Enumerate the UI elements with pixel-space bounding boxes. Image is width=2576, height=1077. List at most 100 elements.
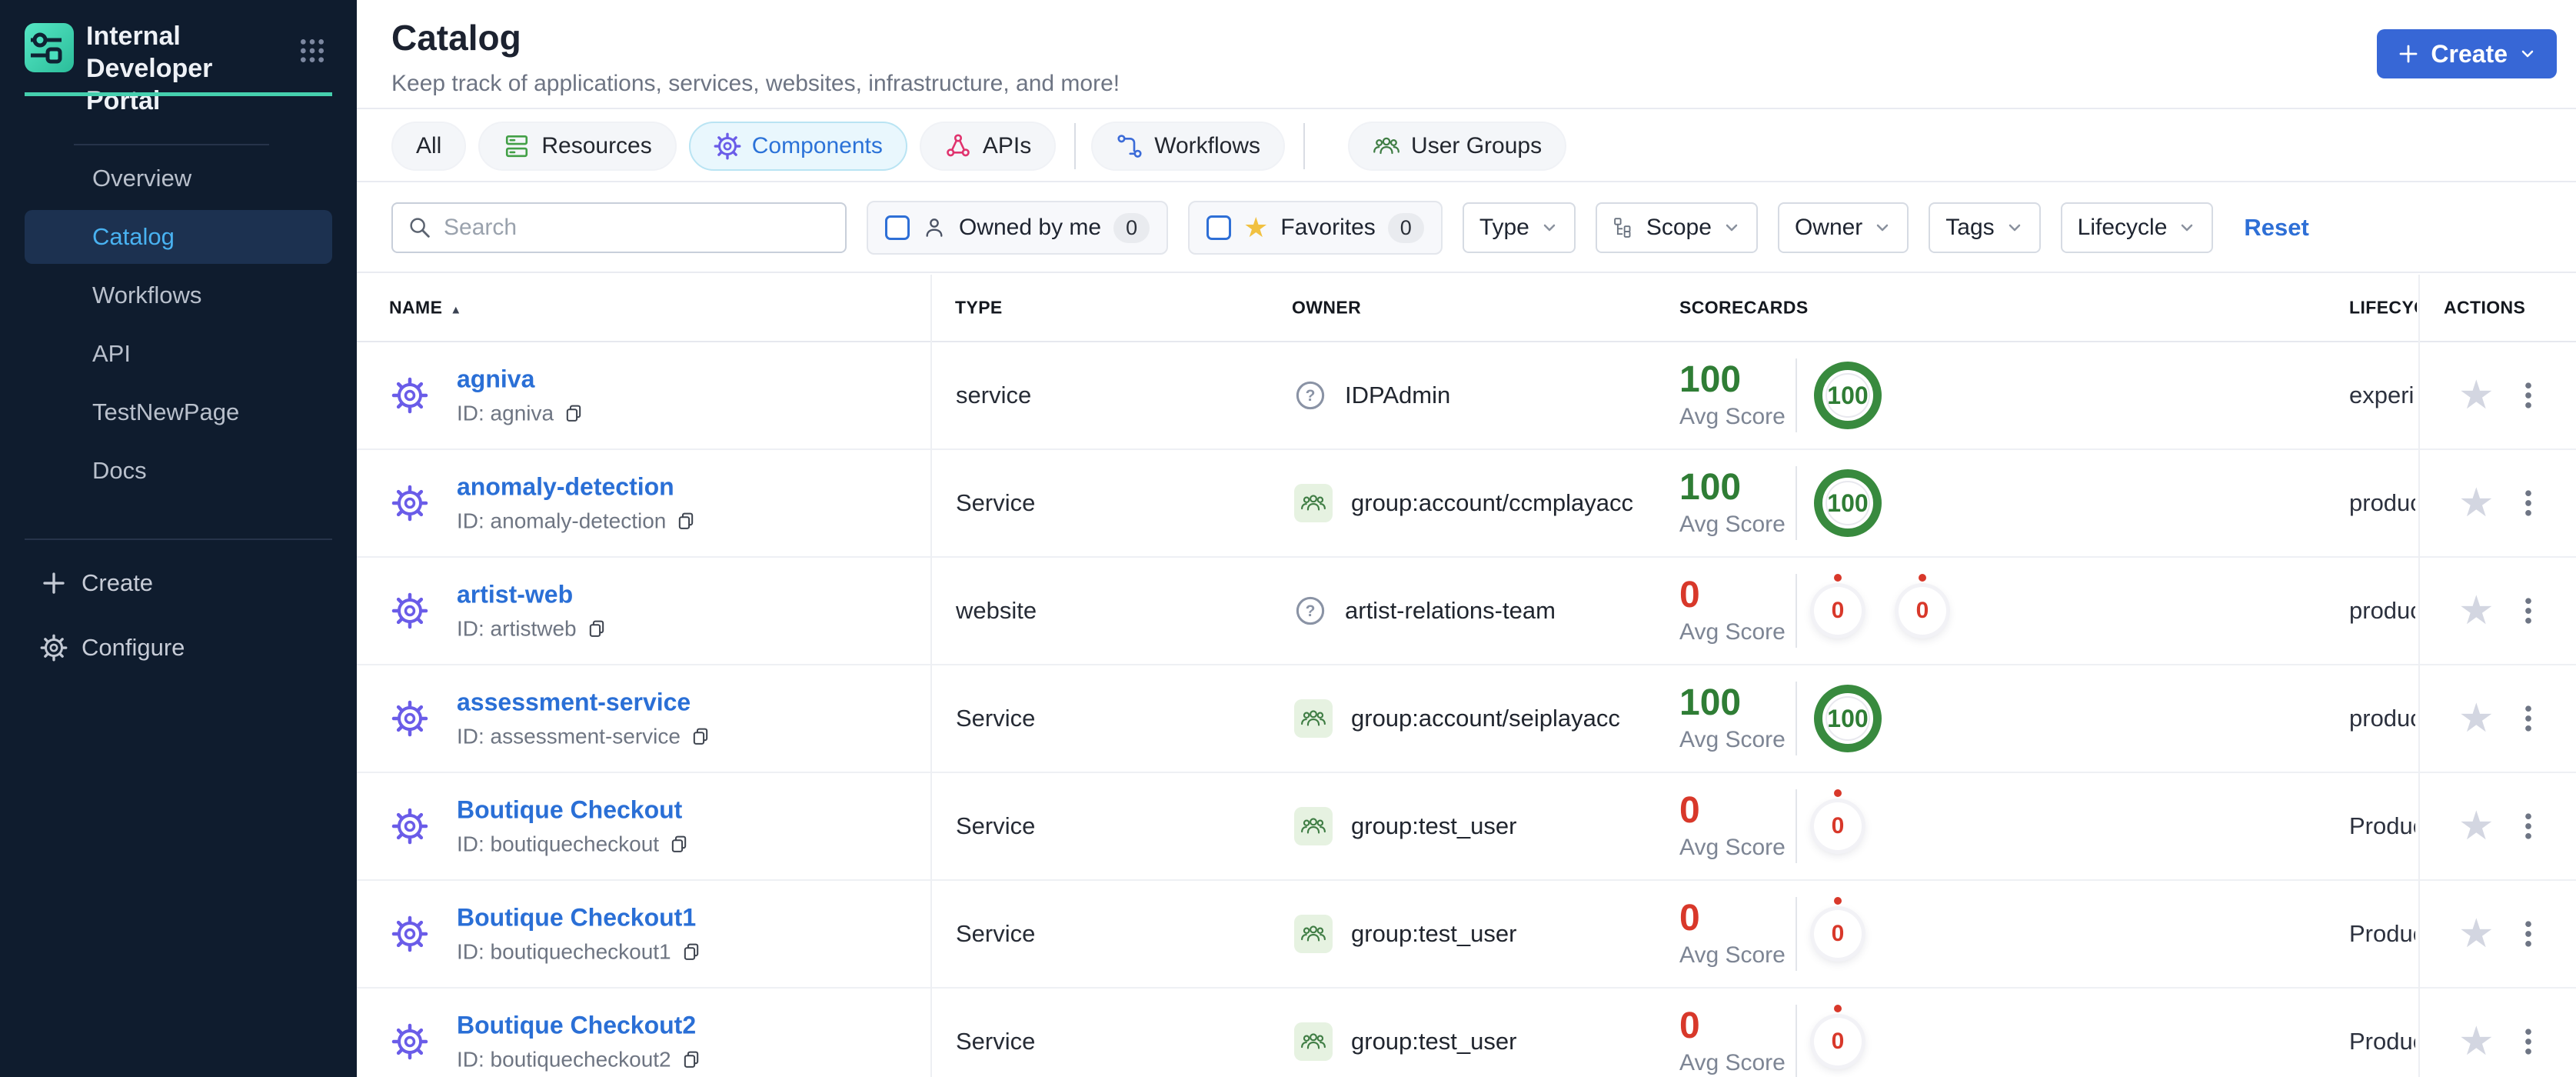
sidebar-item-catalog[interactable]: Catalog xyxy=(25,210,332,264)
scorecard-ring[interactable]: 0 xyxy=(1814,1018,1862,1065)
favorite-star-icon[interactable]: ★ xyxy=(2458,483,2494,523)
kebab-menu-icon[interactable] xyxy=(2511,486,2545,520)
tab-apis-label: APIs xyxy=(982,132,1032,158)
component-name-link[interactable]: Boutique Checkout xyxy=(457,796,682,824)
favorite-star-icon[interactable]: ★ xyxy=(2458,806,2494,846)
workflow-icon xyxy=(1116,132,1143,160)
kebab-menu-icon[interactable] xyxy=(2511,702,2545,735)
copy-icon[interactable] xyxy=(586,619,607,640)
sidebar-create-button[interactable]: Create xyxy=(0,551,357,615)
lifecycle-cell: production xyxy=(2349,705,2415,732)
favorite-star-icon[interactable]: ★ xyxy=(2458,591,2494,631)
lifecycle-dropdown[interactable]: Lifecycle xyxy=(2060,202,2214,253)
component-name-link[interactable]: agniva xyxy=(457,365,534,393)
name-cell: assessment-service ID: assessment-servic… xyxy=(457,689,711,749)
people-icon xyxy=(1373,132,1400,160)
tab-workflows-label: Workflows xyxy=(1154,132,1261,158)
favorite-star-icon[interactable]: ★ xyxy=(2458,375,2494,415)
search-input[interactable] xyxy=(444,215,831,241)
scorecard-ring[interactable]: 0 xyxy=(1899,587,1946,635)
apps-grid-icon[interactable] xyxy=(297,35,328,66)
search-box[interactable] xyxy=(391,202,847,253)
scorecard-ring[interactable]: 0 xyxy=(1814,802,1862,850)
owner-cell: group:test_user xyxy=(1294,807,1516,845)
copy-icon[interactable] xyxy=(675,511,697,532)
lifecycle-cell: Production xyxy=(2349,1028,2415,1055)
avg-score-value: 100 xyxy=(1679,467,1742,508)
reset-filters-link[interactable]: Reset xyxy=(2244,214,2308,242)
kebab-menu-icon[interactable] xyxy=(2511,917,2545,951)
type-cell: Service xyxy=(956,1028,1036,1055)
tab-components[interactable]: Components xyxy=(688,121,907,171)
group-icon xyxy=(1294,699,1333,738)
gear-icon xyxy=(714,132,741,160)
table-row[interactable]: Boutique Checkout ID: boutiquecheckout S… xyxy=(357,773,2576,881)
avg-score-value: 0 xyxy=(1679,790,1700,831)
table-row[interactable]: assessment-service ID: assessment-servic… xyxy=(357,665,2576,773)
type-cell: Service xyxy=(956,920,1036,947)
owner-dropdown[interactable]: Owner xyxy=(1777,202,1909,253)
table-row[interactable]: Boutique Checkout1 ID: boutiquecheckout1… xyxy=(357,881,2576,989)
sidebar-item-testnewpage[interactable]: TestNewPage xyxy=(0,383,357,442)
create-button[interactable]: Create xyxy=(2377,29,2557,78)
scorecard-ring[interactable]: 100 xyxy=(1814,362,1882,429)
page-subtitle: Keep track of applications, services, we… xyxy=(391,71,1120,96)
copy-icon[interactable] xyxy=(681,1049,702,1071)
kebab-menu-icon[interactable] xyxy=(2511,378,2545,412)
tags-dropdown[interactable]: Tags xyxy=(1929,202,2041,253)
favorite-star-icon[interactable]: ★ xyxy=(2458,914,2494,954)
owned-by-me-checkbox[interactable] xyxy=(885,215,910,240)
favorite-star-icon[interactable]: ★ xyxy=(2458,699,2494,739)
component-name-link[interactable]: anomaly-detection xyxy=(457,473,674,501)
tab-apis[interactable]: APIs xyxy=(919,121,1057,171)
star-icon: ★ xyxy=(1243,212,1269,243)
sidebar-item-api[interactable]: API xyxy=(0,325,357,383)
favorite-star-icon[interactable]: ★ xyxy=(2458,1022,2494,1062)
type-dropdown[interactable]: Type xyxy=(1462,202,1576,253)
avg-score: 0 Avg Score xyxy=(1679,1007,1786,1076)
plus-icon xyxy=(40,569,68,597)
tab-all[interactable]: All xyxy=(391,121,467,171)
tab-workflows[interactable]: Workflows xyxy=(1091,121,1286,171)
table-row[interactable]: Boutique Checkout2 ID: boutiquecheckout2… xyxy=(357,989,2576,1077)
lifecycle-dropdown-label: Lifecycle xyxy=(2077,215,2168,240)
copy-icon[interactable] xyxy=(690,726,711,748)
table-row[interactable]: agniva ID: agniva service IDPAdmin 100 A… xyxy=(357,342,2576,450)
scorecard-ring[interactable]: 100 xyxy=(1814,685,1882,752)
kebab-menu-icon[interactable] xyxy=(2511,1025,2545,1059)
kebab-menu-icon[interactable] xyxy=(2511,594,2545,628)
owned-by-me-filter[interactable]: Owned by me 0 xyxy=(867,201,1169,255)
sidebar-create-label: Create xyxy=(82,569,154,596)
sidebar-configure-button[interactable]: Configure xyxy=(0,615,357,680)
name-cell: Boutique Checkout2 ID: boutiquecheckout2 xyxy=(457,1012,702,1072)
scorecard-ring[interactable]: 0 xyxy=(1814,910,1862,958)
search-icon xyxy=(407,215,433,241)
component-name-link[interactable]: artist-web xyxy=(457,581,573,609)
scorecard-ring[interactable]: 100 xyxy=(1814,469,1882,537)
component-name-link[interactable]: Boutique Checkout1 xyxy=(457,904,696,932)
component-id-text: ID: agniva xyxy=(457,401,554,425)
favorites-filter[interactable]: ★ Favorites 0 xyxy=(1188,201,1443,255)
sidebar-item-docs[interactable]: Docs xyxy=(0,442,357,500)
favorites-checkbox[interactable] xyxy=(1206,215,1232,240)
group-icon xyxy=(1294,807,1333,845)
sidebar-item-workflows[interactable]: Workflows xyxy=(0,266,357,325)
table-row[interactable]: artist-web ID: artistweb website artist-… xyxy=(357,558,2576,665)
scorecard-ring[interactable]: 0 xyxy=(1814,587,1862,635)
copy-icon[interactable] xyxy=(668,834,690,855)
table-row[interactable]: anomaly-detection ID: anomaly-detection … xyxy=(357,450,2576,558)
kebab-menu-icon[interactable] xyxy=(2511,809,2545,843)
question-icon xyxy=(1294,379,1326,412)
tab-divider xyxy=(1074,122,1077,169)
component-id-text: ID: anomaly-detection xyxy=(457,508,667,533)
scope-dropdown[interactable]: Scope xyxy=(1595,202,1758,253)
tab-user-groups[interactable]: User Groups xyxy=(1348,121,1567,171)
col-name[interactable]: NAME ▲ xyxy=(389,298,462,318)
component-name-link[interactable]: Boutique Checkout2 xyxy=(457,1012,696,1039)
name-cell: artist-web ID: artistweb xyxy=(457,581,607,642)
sidebar-item-overview[interactable]: Overview xyxy=(0,149,357,208)
copy-icon[interactable] xyxy=(681,942,702,963)
tab-resources[interactable]: Resources xyxy=(478,121,677,171)
component-name-link[interactable]: assessment-service xyxy=(457,689,691,716)
copy-icon[interactable] xyxy=(563,403,584,425)
